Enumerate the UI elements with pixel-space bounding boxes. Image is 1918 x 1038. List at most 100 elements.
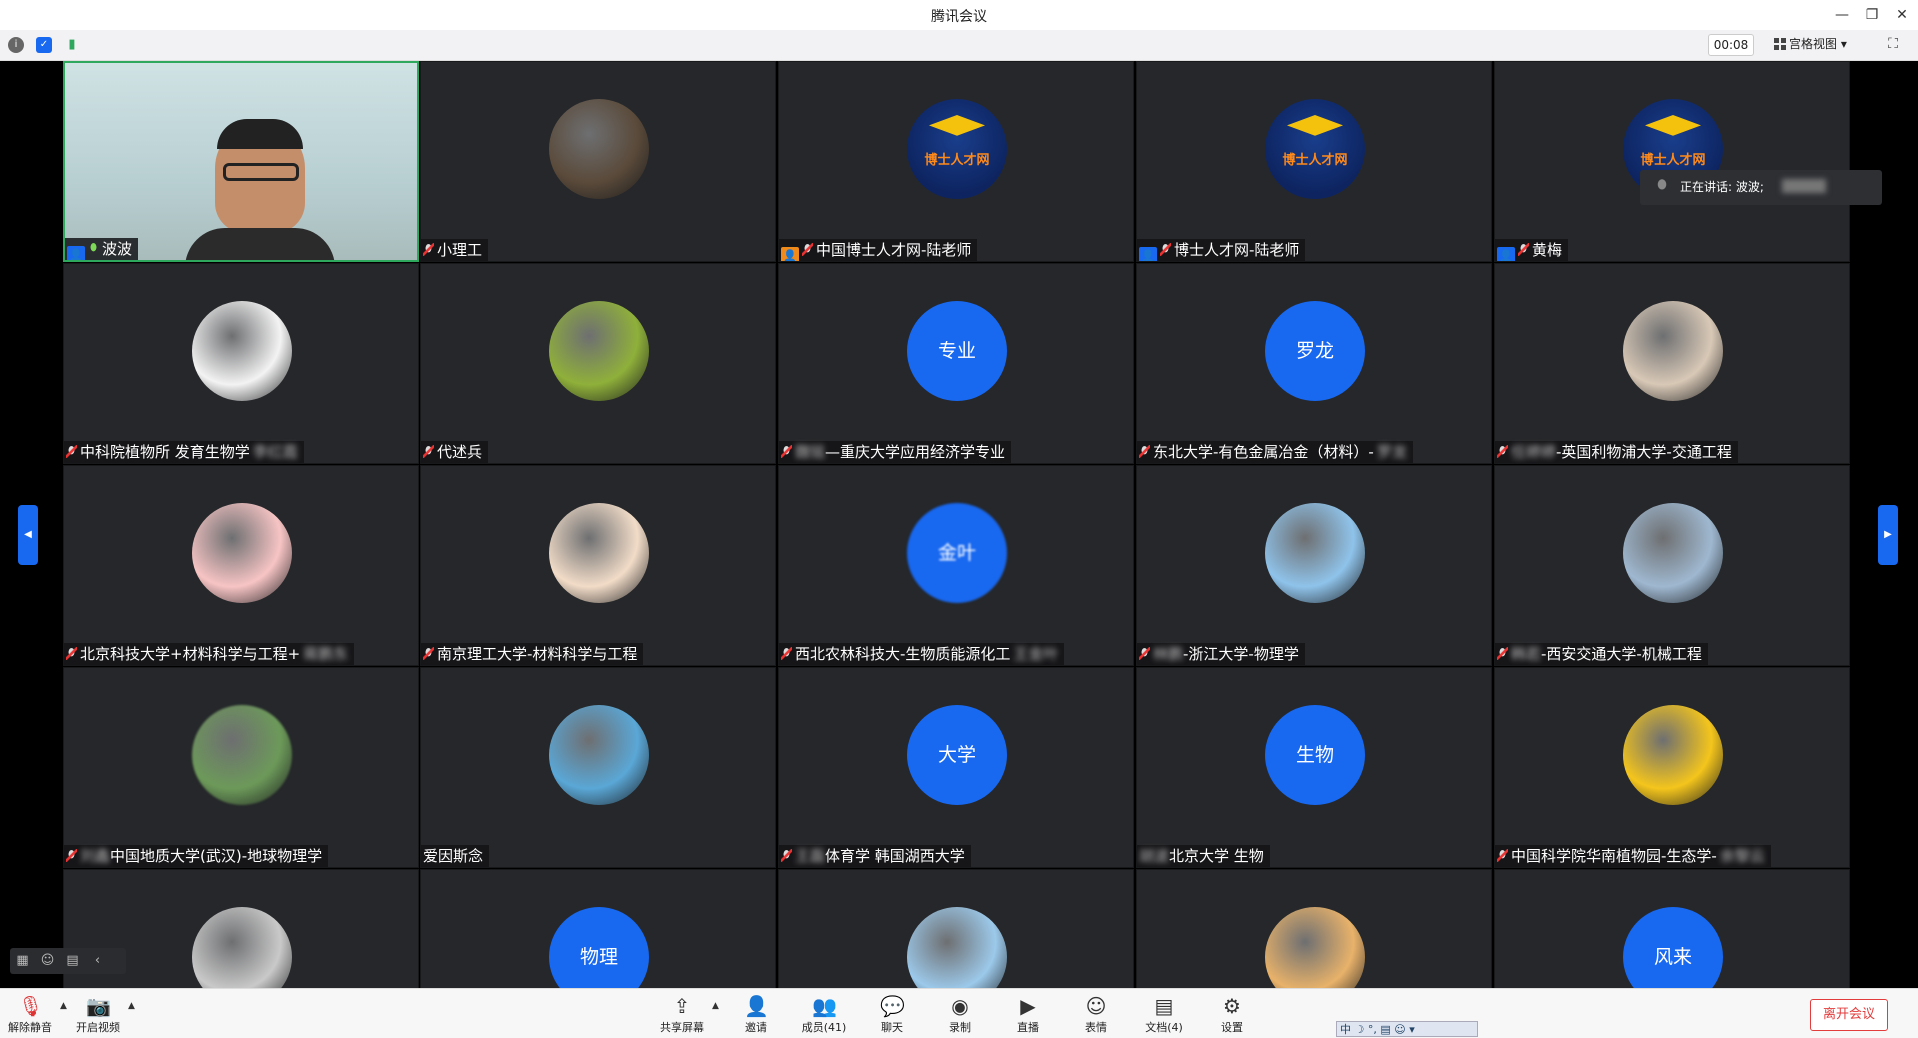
avatar-text: 生物 bbox=[1265, 705, 1365, 805]
unmute-button[interactable]: 🎙 解除静音 bbox=[0, 993, 60, 1037]
participant-name-tag: 北京科技大学+材料科学与工程+ 蒋鹏东 bbox=[64, 643, 355, 665]
prev-page-arrow[interactable]: ◀ bbox=[18, 505, 38, 565]
redacted-text: 余黎云 bbox=[1719, 847, 1765, 865]
next-page-arrow[interactable]: ▶ bbox=[1878, 505, 1898, 565]
muted-mic-icon: 🎙 bbox=[18, 994, 44, 1018]
avatar-text: 大学 bbox=[907, 705, 1007, 805]
meeting-toolbar: 🎙 解除静音 ▲ 📷 开启视频 ▲ ⇪ 共享屏幕 ▲ 👤 邀请 👥 成员(41) 💬 聊天 … bbox=[0, 988, 1918, 1038]
participant-name-tag: 小理工 bbox=[421, 239, 489, 261]
smile-icon: ☺ bbox=[1085, 994, 1107, 1018]
graduation-cap-icon bbox=[929, 115, 985, 136]
participant-name-tag: 中科院植物所 发育生物学 李红霞 bbox=[64, 441, 304, 463]
share-screen-button[interactable]: ⇪ 共享屏幕 bbox=[652, 993, 712, 1037]
muted-mic-icon bbox=[1497, 849, 1508, 862]
participant-name-tag: 林鹏-浙江大学-物理学 bbox=[1137, 643, 1305, 665]
participant-name: 博士人才网-陆老师 bbox=[1174, 241, 1300, 259]
leave-meeting-button[interactable]: 离开会议 bbox=[1810, 999, 1888, 1031]
participant-name: -浙江大学-物理学 bbox=[1183, 645, 1299, 663]
layout-icon[interactable]: ▦ bbox=[10, 948, 35, 974]
participant-tile[interactable] bbox=[778, 869, 1134, 988]
audio-options-caret[interactable]: ▲ bbox=[60, 1001, 67, 1011]
redacted-text: 王金叶 bbox=[1013, 645, 1059, 663]
participant-tile[interactable]: 风来 bbox=[1494, 869, 1850, 988]
host-user-icon: 👤 bbox=[1139, 247, 1157, 261]
close-button[interactable]: ✕ bbox=[1892, 5, 1912, 25]
chat-button[interactable]: 💬 聊天 bbox=[862, 993, 922, 1037]
participant-tile[interactable]: 大学王磊体育学 韩国湖西大学 bbox=[778, 667, 1134, 868]
minimize-button[interactable]: — bbox=[1832, 5, 1852, 25]
reactions-button[interactable]: ☺ 表情 bbox=[1066, 993, 1126, 1037]
participant-name-tag: 南京理工大学-材料科学与工程 bbox=[421, 643, 644, 665]
start-video-button[interactable]: 📷 开启视频 bbox=[68, 993, 128, 1037]
invite-button[interactable]: 👤 邀请 bbox=[726, 993, 786, 1037]
participant-tile[interactable]: 林鹏-浙江大学-物理学 bbox=[1136, 465, 1492, 666]
participant-tile[interactable]: 👤 波波 bbox=[63, 61, 419, 262]
documents-button[interactable]: ▤ 文档(4) bbox=[1134, 993, 1194, 1037]
participant-grid: 👤 波波 小理工 博士人才网 👤 中国博士人才网-陆老师 博士人才网 👤 博士人才网-陆老师 博士… bbox=[63, 61, 1852, 988]
participant-tile[interactable]: 韩若-西安交通大学-机械工程 bbox=[1494, 465, 1850, 666]
participant-tile[interactable]: 专业 魏铭—重庆大学应用经济学专业 bbox=[778, 263, 1134, 464]
view-mode-dropdown[interactable]: 宫格视图 ▾ bbox=[1774, 34, 1864, 54]
restore-button[interactable]: ❐ bbox=[1862, 5, 1882, 25]
participant-tile[interactable]: 代述兵 bbox=[420, 263, 776, 464]
muted-mic-icon bbox=[66, 647, 77, 660]
participant-name: 爱因斯念 bbox=[423, 847, 484, 865]
participant-tile[interactable]: 博士人才网 👤 黄梅 bbox=[1494, 61, 1850, 262]
participant-name-tag: 刘鑫中国地质大学(武汉)-地球物理学 bbox=[64, 845, 329, 867]
participant-name: 小理工 bbox=[437, 241, 483, 259]
speaking-waveform bbox=[1781, 179, 1826, 193]
participant-name: 波波 bbox=[102, 240, 133, 258]
participant-tile[interactable]: 博士人才网 👤 博士人才网-陆老师 bbox=[1136, 61, 1492, 262]
participant-name-tag: 韩若-西安交通大学-机械工程 bbox=[1495, 643, 1708, 665]
participant-tile[interactable] bbox=[1136, 869, 1492, 988]
participant-tile[interactable]: 南京理工大学-材料科学与工程 bbox=[420, 465, 776, 666]
share-options-caret[interactable]: ▲ bbox=[712, 1001, 719, 1011]
participant-name-tag: 胡波北京大学 生物 bbox=[1137, 845, 1270, 867]
video-options-caret[interactable]: ▲ bbox=[128, 1001, 135, 1011]
emoji-icon[interactable]: ☺ bbox=[35, 948, 60, 974]
host-user-icon: 👤 bbox=[1497, 247, 1515, 261]
participant-tile[interactable]: 爱因斯念 bbox=[420, 667, 776, 868]
participant-name: 中国科学院华南植物园-生态学- bbox=[1511, 847, 1717, 865]
avatar-text: 专业 bbox=[907, 301, 1007, 401]
floating-tools: ▦ ☺ ▤ ‹ bbox=[10, 948, 126, 974]
ime-toolbar[interactable]: 中 ☽ °, ▤ ☺ ▾ bbox=[1336, 1021, 1478, 1037]
participant-name-tag: 👤 黄梅 bbox=[1495, 239, 1569, 261]
participant-name: 代述兵 bbox=[437, 443, 483, 461]
participant-tile[interactable]: 刘鑫中国地质大学(武汉)-地球物理学 bbox=[63, 667, 419, 868]
network-signal-icon[interactable]: ▮ bbox=[64, 37, 80, 53]
live-button[interactable]: ▶ 直播 bbox=[998, 993, 1058, 1037]
participant-name-tag: 👤 波波 bbox=[65, 238, 139, 260]
participant-tile[interactable]: 小理工 bbox=[420, 61, 776, 262]
participant-tile[interactable]: 生物胡波北京大学 生物 bbox=[1136, 667, 1492, 868]
record-button[interactable]: ◉ 录制 bbox=[930, 993, 990, 1037]
active-speaker-label: 正在讲话: 波波; bbox=[1680, 180, 1764, 194]
logo-avatar: 博士人才网 bbox=[1265, 99, 1365, 199]
meeting-status-bar: i ✓ ▮ 00:08 宫格视图 ▾ ⛶ bbox=[0, 30, 1918, 61]
participant-name: 体育学 韩国湖西大学 bbox=[825, 847, 965, 865]
participant-tile[interactable]: 中科院植物所 发育生物学 李红霞 bbox=[63, 263, 419, 464]
members-button[interactable]: 👥 成员(41) bbox=[794, 993, 854, 1037]
participant-tile[interactable]: 罗龙 东北大学-有色金属冶金（材料）- 罗龙 bbox=[1136, 263, 1492, 464]
redacted-text: 王磊 bbox=[795, 847, 826, 865]
chat-bubble-icon[interactable]: ▤ bbox=[60, 948, 85, 974]
participant-tile[interactable]: 物理 bbox=[420, 869, 776, 988]
participant-name: -西安交通大学-机械工程 bbox=[1541, 645, 1702, 663]
participant-tile[interactable]: 金叶 西北农林科技大-生物质能源化工 王金叶 bbox=[778, 465, 1134, 666]
participant-name: 东北大学-有色金属冶金（材料）- bbox=[1153, 443, 1374, 461]
participant-name-tag: 任婷婷-英国利物浦大学-交通工程 bbox=[1495, 441, 1738, 463]
info-icon[interactable]: i bbox=[8, 37, 24, 53]
participant-tile[interactable]: 中国科学院华南植物园-生态学- 余黎云 bbox=[1494, 667, 1850, 868]
record-icon: ◉ bbox=[951, 994, 969, 1018]
participant-tile[interactable]: 博士人才网 👤 中国博士人才网-陆老师 bbox=[778, 61, 1134, 262]
participant-name: 南京理工大学-材料科学与工程 bbox=[437, 645, 638, 663]
collapse-icon[interactable]: ‹ bbox=[85, 948, 110, 974]
mic-icon bbox=[88, 242, 99, 255]
participant-tile[interactable]: 北京科技大学+材料科学与工程+ 蒋鹏东 bbox=[63, 465, 419, 666]
settings-button[interactable]: ⚙ 设置 bbox=[1202, 993, 1262, 1037]
meeting-timer: 00:08 bbox=[1708, 34, 1754, 56]
security-shield-icon[interactable]: ✓ bbox=[36, 37, 52, 53]
participant-tile[interactable]: 任婷婷-英国利物浦大学-交通工程 bbox=[1494, 263, 1850, 464]
fullscreen-icon[interactable]: ⛶ bbox=[1884, 35, 1902, 53]
muted-mic-icon bbox=[1497, 445, 1508, 458]
